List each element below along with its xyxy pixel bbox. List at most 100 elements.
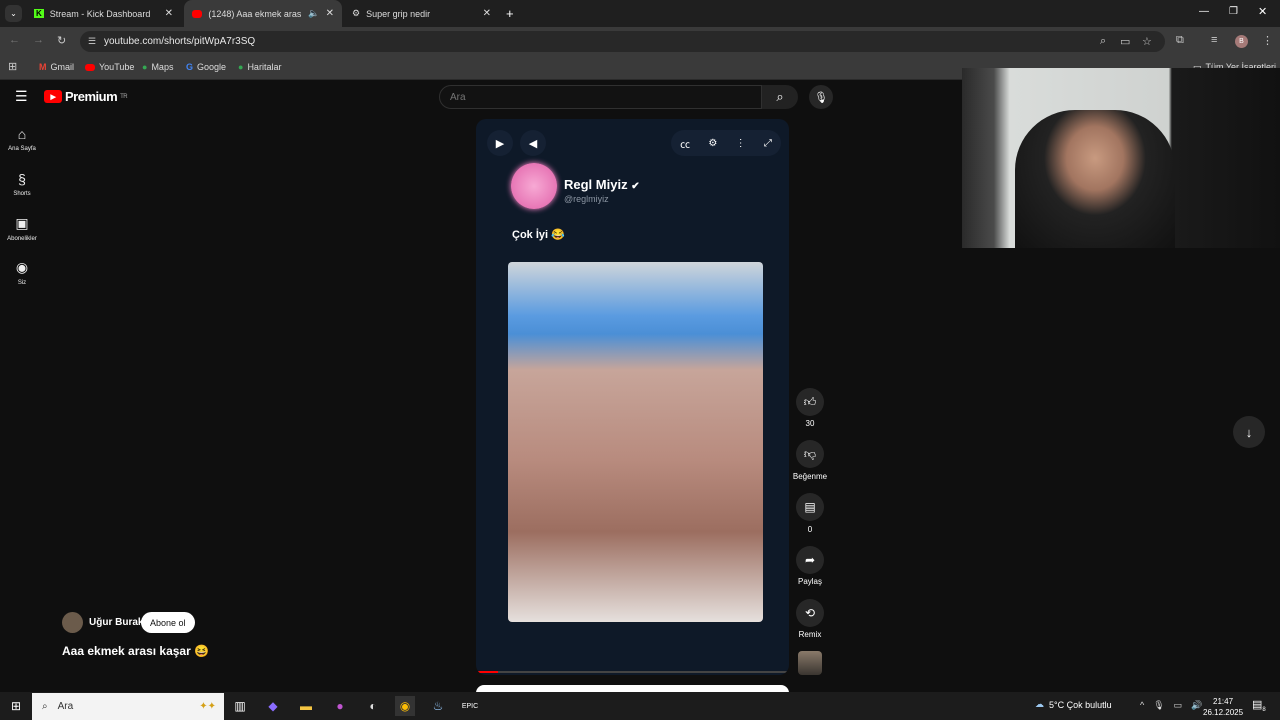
dislike-button[interactable]: 👎︎ (796, 440, 824, 468)
volume-icon[interactable]: 🔊 (1191, 700, 1202, 711)
channel-name[interactable]: Regl Miyiz ✔ (564, 177, 640, 192)
video-frame[interactable] (508, 262, 763, 622)
google-icon: G (186, 62, 194, 72)
extensions-icon[interactable]: ⧉ (1176, 34, 1184, 47)
remix-icon: ⟲ (804, 606, 816, 620)
shorts-icon: § (18, 171, 26, 187)
play-button[interactable]: ▶ (487, 130, 513, 156)
fullscreen-icon[interactable]: ⤢ (764, 138, 772, 149)
tab-kick[interactable]: K Stream - Kick Dashboard ✕ (26, 0, 181, 27)
file-explorer-icon[interactable]: ▬ (296, 696, 316, 716)
speaker-icon[interactable]: 🔈 (308, 8, 319, 19)
thumbs-down-icon: 👎︎ (803, 446, 817, 461)
taskbar-search[interactable]: ⌕ Ara ✦✦ (32, 693, 224, 720)
uploader-avatar[interactable] (62, 612, 83, 633)
minimize-button[interactable]: — (1199, 6, 1209, 17)
steam-icon[interactable]: ♨ (428, 696, 448, 716)
close-icon[interactable]: ✕ (483, 8, 491, 19)
tab-search-button[interactable]: ⌄ (5, 5, 22, 22)
zoom-icon[interactable]: ⌕ (1100, 35, 1106, 48)
like-button[interactable]: 👍︎ (796, 388, 824, 416)
share-label: Paylaş (797, 577, 822, 586)
settings-icon[interactable]: ⚙ (708, 138, 717, 149)
app-icon[interactable]: ● (330, 696, 350, 716)
copilot-icon[interactable]: ◆ (263, 696, 283, 716)
close-window-button[interactable]: ✕ (1258, 5, 1267, 18)
search-icon: ⌕ (42, 701, 48, 712)
gmail-icon: M (39, 62, 47, 72)
youtube-logo[interactable]: ▶ Premium TR (44, 89, 128, 104)
progress-bar[interactable] (476, 671, 789, 673)
tab-super-grip[interactable]: ⚙ Super grip nedir ✕ (344, 0, 499, 27)
menu-icon[interactable]: ⋮ (1262, 34, 1273, 47)
task-view-icon[interactable]: ▥ (230, 696, 250, 716)
restore-button[interactable]: ❐ (1229, 6, 1238, 17)
chatgpt-icon: ⚙ (352, 8, 361, 18)
back-button[interactable]: ← (9, 34, 20, 46)
start-button[interactable]: ⊞ (6, 696, 26, 716)
home-icon: ⌂ (17, 126, 27, 142)
mic-icon: 🎙 (814, 91, 828, 104)
comment-count: 0 (807, 525, 813, 534)
sidebar-item-shorts[interactable]: § Shorts (0, 171, 44, 197)
volume-button[interactable]: ◀ (520, 130, 546, 156)
more-icon[interactable]: ⋮ (736, 138, 746, 149)
close-icon[interactable]: ✕ (326, 8, 334, 19)
bookmark-haritalar[interactable]: ● Haritalar (238, 55, 281, 79)
subscribe-button[interactable]: Abone ol (141, 612, 195, 633)
app-icon[interactable]: ◐ (363, 696, 383, 716)
install-icon[interactable]: ▭ (1120, 35, 1130, 48)
remix-button[interactable]: ⟲ (796, 599, 824, 627)
maps-icon: ● (142, 62, 148, 72)
bookmark-star-icon[interactable]: ☆ (1142, 35, 1152, 48)
captions-icon[interactable]: ㏄ (680, 136, 690, 151)
epic-games-icon[interactable]: EPIC (460, 696, 480, 716)
sound-thumbnail[interactable] (798, 651, 822, 675)
network-icon[interactable]: ▭ (1174, 700, 1183, 711)
bookmark-youtube[interactable]: YouTube (85, 55, 134, 79)
verified-icon: ✔ (631, 181, 640, 192)
site-info-icon[interactable]: ☰ (88, 36, 96, 47)
apps-icon[interactable]: ⊞ (8, 60, 17, 73)
sidebar-item-subscriptions[interactable]: ▣ Abonelikler (0, 215, 44, 242)
sidebar-item-you[interactable]: ◉ Siz (0, 259, 44, 286)
voice-search-button[interactable]: 🎙 (809, 85, 833, 109)
address-bar[interactable]: ☰ youtube.com/shorts/pitWpA7r3SQ ⌕ ▭ ☆ (80, 31, 1165, 52)
dislike-label: Beğenme (792, 472, 828, 481)
chevron-up-icon[interactable]: ^ (1140, 700, 1144, 711)
youtube-icon: ▶ (44, 90, 62, 103)
chrome-icon[interactable]: ◉ (395, 696, 415, 716)
new-tab-button[interactable]: + (506, 6, 514, 21)
comments-button[interactable]: ▤ (796, 493, 824, 521)
close-icon[interactable]: ✕ (165, 8, 173, 19)
uploader-name[interactable]: Uğur Burak (89, 617, 143, 628)
search-button[interactable]: ⌕ (762, 85, 798, 109)
avatar[interactable]: B (1235, 35, 1248, 48)
youtube-icon (192, 9, 203, 18)
arrow-down-icon: ↓ (1245, 424, 1253, 440)
subscriptions-icon: ▣ (15, 215, 29, 231)
channel-avatar[interactable] (511, 163, 557, 209)
kick-icon: K (34, 9, 44, 18)
thumbs-up-icon: 👍︎ (803, 394, 817, 409)
sidebar-item-home[interactable]: ⌂ Ana Sayfa (0, 126, 44, 152)
media-icon[interactable]: ≡ (1211, 34, 1217, 46)
bookmark-gmail[interactable]: M Gmail (39, 55, 74, 79)
forward-button[interactable]: → (33, 34, 44, 46)
next-short-button[interactable]: ↓ (1233, 416, 1265, 448)
bookmark-maps[interactable]: ● Maps (142, 55, 173, 79)
channel-handle: @reglmiyiz (564, 194, 609, 204)
search-input[interactable] (439, 85, 762, 109)
bookmark-google[interactable]: G Google (186, 55, 226, 79)
system-tray[interactable]: ^ 🎙 ▭ 🔊 (1140, 700, 1202, 711)
reload-button[interactable]: ↻ (57, 34, 66, 47)
tab-youtube[interactable]: (1248) Aaa ekmek arası kaş🔈✕ (184, 0, 342, 27)
share-button[interactable]: ➦ (796, 546, 824, 574)
hamburger-menu-icon[interactable]: ☰ (15, 88, 28, 105)
clock[interactable]: 21:47 26.12.2025 (1203, 696, 1243, 718)
like-count: 30 (805, 419, 815, 428)
progress-fill (476, 671, 498, 673)
weather-widget[interactable]: ☁ 5°C Çok bulutlu (1035, 699, 1112, 710)
notifications-icon[interactable]: ▤8 (1252, 698, 1266, 713)
mic-icon[interactable]: 🎙 (1153, 700, 1164, 711)
